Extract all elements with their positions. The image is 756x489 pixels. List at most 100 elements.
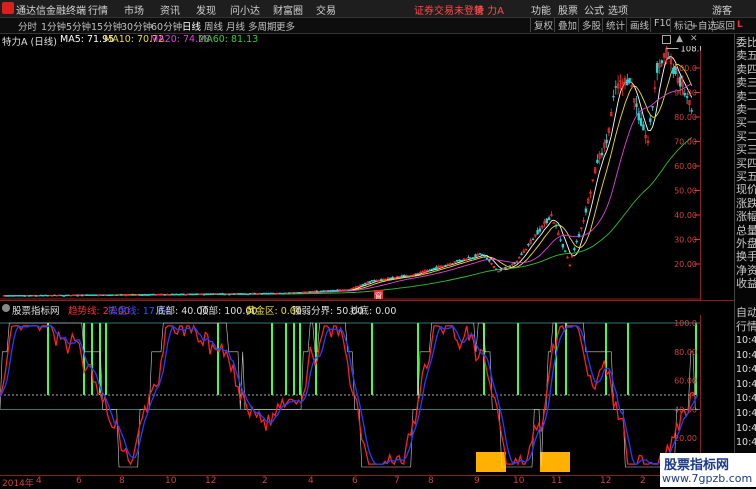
period-more[interactable]: 更多 [276,19,295,33]
candle-body [605,139,608,144]
candle-body [678,76,682,87]
arrow-up-icon[interactable]: ▲ [676,34,683,44]
sidebar-label-1[interactable]: 卖五 [736,49,756,62]
candle-body [44,294,47,297]
sidebar-label-16[interactable]: 换手 [736,250,756,263]
candle-body [191,293,194,296]
sidebar-label-4[interactable]: 卖二 [736,90,756,103]
period-monthly[interactable]: 月线 [226,19,245,33]
watermark-title: 股票指标网 [664,458,730,473]
candle-body [628,77,631,83]
candle-body [202,294,206,296]
sidebar-label-13[interactable]: 涨幅 [736,210,756,223]
candle-body [444,264,447,267]
sidebar-label-3[interactable]: 卖三 [736,76,756,89]
sidebar-label-11[interactable]: 现价 [736,183,756,196]
ma5-line [3,55,693,297]
candle-body [46,295,49,297]
menu-gongneng[interactable]: 功能 [531,2,551,17]
candle-body [92,294,95,296]
sidebar-label-2[interactable]: 卖四 [736,63,756,76]
indicator-settings-icon[interactable] [2,304,10,312]
menu-caifuquan[interactable]: 财富圈 [273,2,303,17]
candle-body [21,295,24,297]
window-marker-label: 窗 [375,291,382,300]
candle-body [5,295,8,297]
menu-gongshi[interactable]: 公式 [584,2,604,17]
menu-shichang[interactable]: 市场 [124,2,144,17]
sidebar-label-12[interactable]: 涨跌 [736,197,756,210]
candle-body [320,290,323,293]
huaxian-button[interactable]: 画线 [626,18,652,32]
period-fenshi[interactable]: 分时 [18,19,37,33]
candle-body [264,292,268,295]
sidebar-label-0[interactable]: 委比 [736,36,756,49]
tick-time: 10:4 [736,335,756,346]
menu-gupiao[interactable]: 股票 [558,2,578,17]
price-tick-label: 100.0 [674,64,697,73]
sidebar-label-7[interactable]: 买二 [736,130,756,143]
sidebar-tab-1[interactable]: 行情 [736,320,756,333]
candle-body [626,79,629,86]
menu-xuanxiang[interactable]: 选项 [608,2,628,17]
sidebar-label-9[interactable]: 买四 [736,157,756,170]
menu-wenxiaoda[interactable]: 问小达 [230,2,260,17]
watermark-logo: 股票指标网 www.7gpzb.com [660,453,756,487]
sidebar-label-10[interactable]: 买五 [736,170,756,183]
close-small-icon[interactable]: ✕ [690,34,698,44]
candle-body [76,295,79,297]
period-weekly[interactable]: 周线 [204,19,223,33]
sidebar-label-18[interactable]: 收益 [736,277,756,290]
tongji-button[interactable]: 统计 [602,18,628,32]
sidebar-label-14[interactable]: 总量 [736,224,756,237]
period-1min[interactable]: 1分钟 [41,19,66,33]
tick-time: 10:4 [736,393,756,405]
period-60min[interactable]: 60分钟 [151,19,182,33]
ma60-label: MA60: 81.13 [198,34,259,45]
period-30min[interactable]: 30分钟 [121,19,152,33]
candle-body [527,243,530,246]
candle-body [143,294,146,296]
menu-bar: 通达信金融终端 行情 市场 资讯 发现 问小达 财富圈 交易 证券交易未登录 特… [0,0,756,18]
fuquan-button[interactable]: 复权 [530,18,556,32]
sidebar-label-15[interactable]: 外盘 [736,237,756,250]
add-watchlist-button[interactable]: +自选 [690,18,717,32]
diejia-button[interactable]: 叠加 [554,18,580,32]
candle-body [573,248,576,251]
period-15min[interactable]: 15分钟 [91,19,122,33]
candle-body [642,124,645,131]
period-daily[interactable]: 日线 [182,19,201,33]
menu-faxian[interactable]: 发现 [196,2,216,17]
duogu-button[interactable]: 多股 [578,18,604,32]
user-label[interactable]: 游客 [712,2,732,17]
period-5min[interactable]: 5分钟 [66,19,91,33]
sidebar-tab-0[interactable]: 自动 [736,306,756,319]
window-icon[interactable] [662,35,671,44]
candle-body [64,294,68,297]
candle-body [150,293,153,296]
menu-hangqing[interactable]: 行情 [88,2,108,17]
candlestick-chart[interactable]: 100.0 90.00 80.00 70.00 60.00 50.00 40.00 30.00… [0,46,701,300]
candle-body [145,294,148,296]
sidebar-label-5[interactable]: 卖一 [736,103,756,116]
period-multi[interactable]: 多周期 [248,19,277,33]
candle-body [216,293,220,295]
ma10-line [3,63,693,297]
sidebar-label-6[interactable]: 买一 [736,116,756,129]
candle-body [451,263,454,265]
candle-body [651,106,654,108]
candle-body [60,294,63,297]
candle-body [94,294,98,296]
candle-body [228,293,231,296]
sidebar-label-17[interactable]: 净资 [736,264,756,277]
panel-divider[interactable] [0,300,734,301]
candle-body [416,273,420,275]
candle-body [219,293,222,295]
menu-zixun[interactable]: 资讯 [160,2,180,17]
candle-body [333,290,337,292]
tick-time: 10:4 [736,378,756,390]
sidebar-label-8[interactable]: 买三 [736,143,756,156]
menu-jiaoyi[interactable]: 交易 [316,2,336,17]
indicator-chart[interactable]: 100.0 80.00 60.00 40.00 20.00 [0,315,701,475]
candle-body [545,218,549,224]
